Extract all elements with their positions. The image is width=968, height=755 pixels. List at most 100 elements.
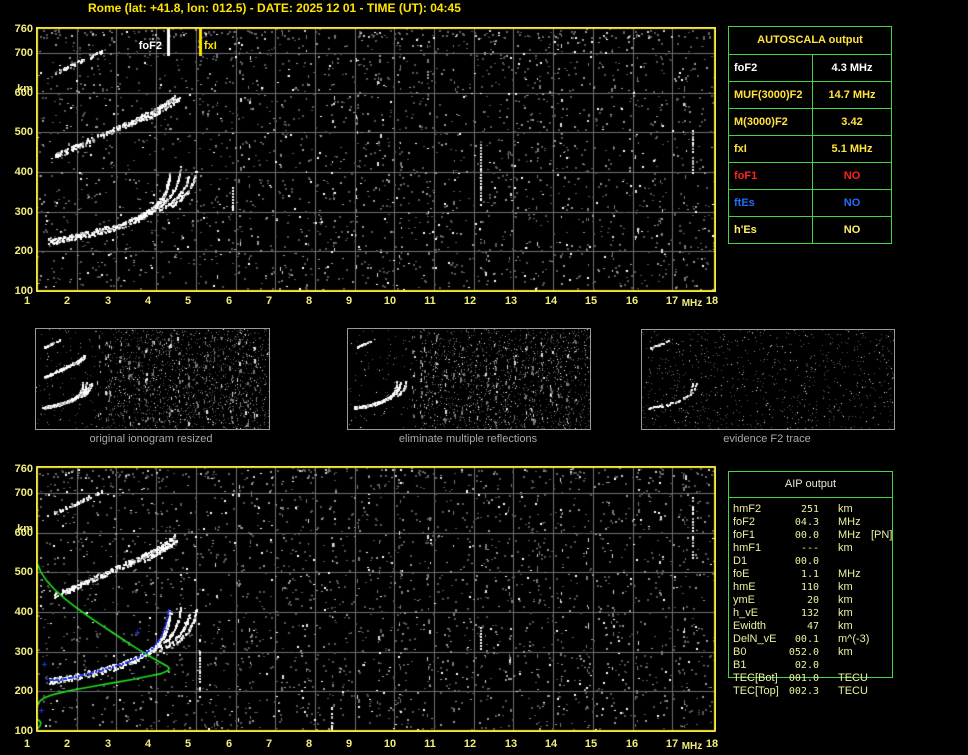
table-row: TEC[Bot] 001.0 TECU	[728, 672, 903, 685]
x-axis-tick-label: 11	[424, 295, 436, 307]
row-extra	[865, 568, 903, 581]
page-title: Rome (lat: +41.8, lon: 012.5) - DATE: 20…	[88, 1, 461, 15]
row-label: B0	[733, 646, 747, 658]
x-axis-unit-label: MHz	[681, 298, 703, 309]
row-label: h_vE	[733, 607, 759, 619]
y-axis-tick-label: 300	[14, 206, 33, 218]
x-axis-tick-label: 13	[504, 738, 518, 750]
autoscala-table: AUTOSCALA output foF2 4.3 MHz MUF(3000)F2 1…	[728, 26, 892, 244]
row-value: 1.1	[800, 569, 819, 580]
fof2-marker-label: foF2	[138, 40, 162, 52]
row-extra	[865, 516, 903, 529]
table-row: hmF2 251 km	[728, 503, 903, 516]
row-extra	[865, 581, 903, 594]
row-label: ftEs	[729, 190, 813, 216]
row-value: NO	[843, 170, 861, 182]
x-axis-tick-label: 3	[104, 295, 112, 307]
table-row: foF2 04.3 MHz	[728, 516, 903, 529]
row-label: DelN_vE	[733, 633, 777, 645]
x-axis-tick-label: 3	[104, 738, 112, 750]
row-label: hmE	[733, 581, 756, 593]
y-axis-tick-label: 400	[14, 606, 33, 618]
x-axis-tick-label: 10	[383, 738, 397, 750]
table-row: h'Es NO	[729, 216, 891, 243]
thumbnail-evidence-f2-trace	[641, 329, 895, 430]
y-axis-tick-label: 760	[14, 463, 33, 475]
row-unit: km	[838, 646, 853, 658]
row-unit: TECU	[838, 672, 868, 684]
table-row: foF2 4.3 MHz	[729, 54, 891, 81]
autoscala-table-header: AUTOSCALA output	[757, 34, 863, 46]
row-label: TEC[Bot]	[733, 672, 778, 684]
row-label: TEC[Top]	[733, 685, 779, 697]
x-axis-tick-label: 2	[63, 295, 71, 307]
row-value: 3.42	[841, 116, 863, 128]
table-row: hmF1 --- km	[728, 542, 903, 555]
row-value: 14.7 MHz	[828, 89, 876, 101]
table-row: foE 1.1 MHz	[728, 568, 903, 581]
autoscala-app-window: Rome (lat: +41.8, lon: 012.5) - DATE: 20…	[0, 0, 968, 755]
row-extra	[865, 555, 903, 568]
table-row: MUF(3000)F2 14.7 MHz	[729, 81, 891, 108]
table-row: DelN_vE 00.1 m^(-3)	[728, 633, 903, 646]
x-axis-tick-label: 4	[144, 295, 152, 307]
row-label: h'Es	[729, 217, 813, 243]
row-label: foF2	[733, 516, 756, 528]
x-axis-tick-label: 16	[625, 738, 639, 750]
row-unit: km	[838, 542, 853, 554]
row-value: NO	[843, 224, 861, 236]
row-unit: MHz	[838, 516, 861, 528]
row-label: D1	[733, 555, 748, 567]
y-axis-tick-label: 200	[14, 685, 33, 697]
x-axis-tick-label: 9	[345, 295, 353, 307]
row-label: hmF2	[733, 503, 762, 515]
x-axis-tick-label: 13	[504, 295, 518, 307]
row-value: 47	[806, 621, 819, 632]
x-axis-tick-label: 1	[23, 738, 31, 750]
row-value: 4.3 MHz	[831, 62, 873, 74]
y-axis-tick-label: 400	[14, 166, 33, 178]
x-axis-tick-label: 14	[544, 295, 558, 307]
x-axis-tick-label: 8	[305, 295, 313, 307]
row-extra	[865, 672, 903, 685]
x-axis-tick-label: 15	[584, 295, 598, 307]
x-axis-tick-label: 12	[463, 738, 477, 750]
x-axis-tick-label: 7	[265, 738, 273, 750]
x-axis-tick-label: 5	[184, 738, 192, 750]
row-label: foE	[733, 568, 750, 580]
y-axis-tick-label: 100	[14, 725, 33, 737]
x-axis-tick-label: 6	[225, 295, 233, 307]
row-extra	[865, 620, 903, 633]
table-row: B1 02.0	[728, 659, 903, 672]
y-axis-tick-label: 200	[14, 245, 33, 257]
row-value: 04.3	[794, 517, 819, 528]
row-value: ---	[800, 543, 819, 554]
thumbnail-caption-eliminate: eliminate multiple reflections	[398, 433, 538, 445]
x-axis-tick-label: 8	[305, 738, 313, 750]
row-unit: m^(-3)	[838, 633, 870, 645]
row-label: B1	[733, 659, 747, 671]
x-axis-tick-label: 16	[625, 295, 639, 307]
x-axis-tick-label: 14	[544, 738, 558, 750]
x-axis-tick-label: 12	[463, 295, 477, 307]
row-label: MUF(3000)F2	[729, 82, 813, 108]
row-value: 02.0	[794, 660, 819, 671]
thumbnail-caption-original: original ionogram resized	[89, 433, 213, 445]
y-axis-tick-label: 760	[14, 23, 33, 35]
x-axis-tick-label: 6	[225, 738, 233, 750]
row-unit: km	[838, 503, 853, 515]
row-extra	[865, 594, 903, 607]
row-extra	[865, 646, 903, 659]
row-unit	[819, 555, 865, 568]
row-unit: km	[838, 581, 853, 593]
row-value: 001.0	[788, 673, 819, 684]
row-unit: km	[838, 620, 853, 632]
table-row: M(3000)F2 3.42	[729, 108, 891, 135]
row-value: 251	[800, 504, 819, 515]
row-value: 002.3	[788, 686, 819, 697]
row-unit: km	[838, 594, 853, 606]
row-label: M(3000)F2	[729, 109, 813, 135]
row-extra	[865, 659, 903, 672]
table-row: TEC[Top] 002.3 TECU	[728, 685, 903, 698]
row-label: Ewidth	[733, 620, 767, 632]
